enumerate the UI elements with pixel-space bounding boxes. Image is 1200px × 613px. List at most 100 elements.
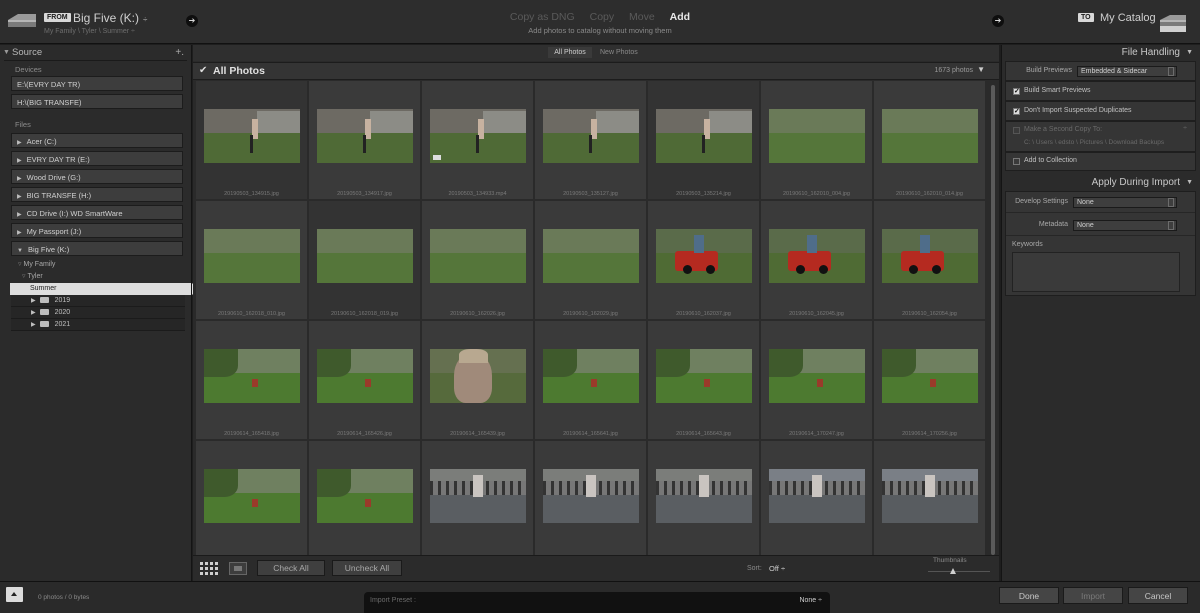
slider-handle[interactable] [950, 568, 956, 574]
check-all-button[interactable]: Check All [257, 560, 325, 576]
photo-thumbnail[interactable] [769, 469, 865, 523]
photo-cell[interactable]: 20190503_134917.jpg [309, 81, 421, 200]
drive-big-transfe[interactable]: ▶ BIG TRANSFE (H:) [11, 187, 183, 202]
expand-triangle-icon[interactable]: ▶ [17, 194, 22, 200]
photo-cell[interactable]: 20190614_165641.jpg [535, 321, 647, 440]
drive-big-five[interactable]: ▼ Big Five (K:) [11, 241, 183, 256]
source-panel-header[interactable]: ▼ Source +. [0, 45, 191, 60]
drive-my-passport[interactable]: ▶ My Passport (J:) [11, 223, 183, 238]
thumbnail-size-slider[interactable] [928, 571, 990, 572]
collapse-triangle-icon[interactable]: ▼ [3, 45, 10, 60]
photo-cell[interactable] [874, 441, 986, 560]
expand-triangle-icon[interactable]: ▶ [31, 310, 36, 316]
dropdown-triangle-icon[interactable]: ▼ [977, 65, 985, 74]
cancel-button[interactable]: Cancel [1128, 587, 1188, 604]
expand-triangle-icon[interactable]: ▶ [31, 298, 36, 304]
apply-during-import-header[interactable]: Apply During Import ▼ [1002, 175, 1200, 191]
collapse-triangle-icon[interactable]: ▼ [17, 248, 23, 254]
device-h[interactable]: H:\(BIG TRANSFE) [11, 94, 183, 109]
expand-triangle-icon[interactable]: ▶ [17, 158, 22, 164]
photo-cell[interactable]: 20190503_135214.jpg [648, 81, 760, 200]
sort-select[interactable]: Off ÷ [769, 564, 785, 573]
tree-item-summer-selected[interactable]: Summer [10, 283, 191, 295]
check-icon[interactable]: ✔ [199, 65, 207, 76]
photo-thumbnail[interactable] [882, 469, 978, 523]
photo-thumbnail[interactable] [204, 229, 300, 283]
photo-thumbnail[interactable] [430, 229, 526, 283]
photo-cell[interactable]: 20190610_162010_004.jpg [761, 81, 873, 200]
add-collection-checkbox[interactable] [1013, 158, 1020, 165]
photo-cell[interactable]: 20190614_170256.jpg [874, 321, 986, 440]
photo-thumbnail[interactable] [430, 469, 526, 523]
tab-all-photos[interactable]: All Photos [548, 47, 592, 58]
photo-thumbnail[interactable] [204, 349, 300, 403]
mode-copy-as-dng[interactable]: Copy as DNG [510, 11, 575, 23]
mode-move[interactable]: Move [629, 11, 655, 23]
loupe-view-icon[interactable] [229, 562, 247, 575]
photo-thumbnail[interactable] [882, 229, 978, 283]
photo-thumbnail[interactable] [543, 349, 639, 403]
photo-cell[interactable] [761, 441, 873, 560]
folder-2021[interactable]: ▶ 2021 [11, 319, 185, 331]
grid-scrollbar[interactable] [990, 81, 996, 596]
photo-thumbnail[interactable] [430, 109, 526, 163]
tab-new-photos[interactable]: New Photos [594, 47, 644, 58]
drive-acer[interactable]: ▶ Acer (C:) [11, 133, 183, 148]
photo-thumbnail[interactable] [317, 349, 413, 403]
grid-view-icon[interactable] [200, 562, 218, 575]
photo-cell[interactable]: 20190614_165418.jpg [196, 321, 308, 440]
expand-triangle-icon[interactable]: ▶ [17, 176, 22, 182]
photo-cell[interactable]: 20190503_135127.jpg [535, 81, 647, 200]
photo-thumbnail[interactable] [204, 109, 300, 163]
photo-cell[interactable]: 20190503_134933.mp4 [422, 81, 534, 200]
photo-thumbnail[interactable] [204, 469, 300, 523]
import-preset-select[interactable]: None ÷ [799, 597, 822, 604]
build-previews-select[interactable]: Embedded & Sidecar [1077, 66, 1177, 77]
photo-thumbnail[interactable] [430, 349, 526, 403]
add-icon[interactable]: +. [175, 45, 184, 60]
photo-cell[interactable] [422, 441, 534, 560]
expand-triangle-icon[interactable]: ▶ [17, 230, 22, 236]
photo-cell[interactable] [309, 441, 421, 560]
keywords-input[interactable] [1012, 252, 1180, 292]
photo-cell[interactable] [648, 441, 760, 560]
photo-cell[interactable]: 20190614_165439.jpg [422, 321, 534, 440]
expand-triangle-icon[interactable]: ▶ [31, 322, 36, 328]
photo-cell[interactable]: 20190610_162054.jpg [874, 201, 986, 320]
photo-thumbnail[interactable] [656, 109, 752, 163]
photo-thumbnail[interactable] [317, 229, 413, 283]
photo-cell[interactable]: 20190503_134915.jpg [196, 81, 308, 200]
folder-2019[interactable]: ▶ 2019 [11, 295, 185, 307]
smart-previews-checkbox[interactable]: ✓ [1013, 88, 1020, 95]
photo-cell[interactable]: 20190614_165426.jpg [309, 321, 421, 440]
tree-item-tyler[interactable]: ▿ Tyler [0, 271, 191, 283]
tree-item-my-family[interactable]: ▿ My Family [0, 259, 191, 271]
photo-thumbnail[interactable] [656, 229, 752, 283]
photo-cell[interactable]: 20190610_162045.jpg [761, 201, 873, 320]
photo-thumbnail[interactable] [317, 469, 413, 523]
expand-triangle-icon[interactable]: ▶ [17, 212, 22, 218]
photo-thumbnail[interactable] [769, 349, 865, 403]
photo-thumbnail[interactable] [317, 109, 413, 163]
collapse-triangle-icon[interactable]: ▼ [1186, 45, 1193, 61]
no-duplicates-checkbox[interactable]: ✓ [1013, 108, 1020, 115]
photo-cell[interactable]: 20190610_162018_019.jpg [309, 201, 421, 320]
photo-thumbnail[interactable] [543, 469, 639, 523]
scrollbar-thumb[interactable] [991, 85, 995, 555]
photo-thumbnail[interactable] [882, 349, 978, 403]
photo-cell[interactable]: 20190610_162037.jpg [648, 201, 760, 320]
collapse-triangle-icon[interactable]: ▼ [1186, 175, 1193, 191]
photo-thumbnail[interactable] [543, 109, 639, 163]
done-button[interactable]: Done [999, 587, 1059, 604]
photo-cell[interactable] [535, 441, 647, 560]
photo-thumbnail[interactable] [769, 109, 865, 163]
photo-cell[interactable]: 20190610_162029.jpg [535, 201, 647, 320]
file-handling-header[interactable]: File Handling ▼ [1002, 45, 1200, 61]
photo-thumbnail[interactable] [882, 109, 978, 163]
photo-cell[interactable]: 20190610_162010_014.jpg [874, 81, 986, 200]
metadata-select[interactable]: None [1073, 220, 1177, 231]
drive-wood[interactable]: ▶ Wood Drive (G:) [11, 169, 183, 184]
photo-cell[interactable]: 20190614_170247.jpg [761, 321, 873, 440]
collapse-up-button[interactable] [6, 587, 23, 602]
second-copy-checkbox[interactable] [1013, 127, 1020, 134]
